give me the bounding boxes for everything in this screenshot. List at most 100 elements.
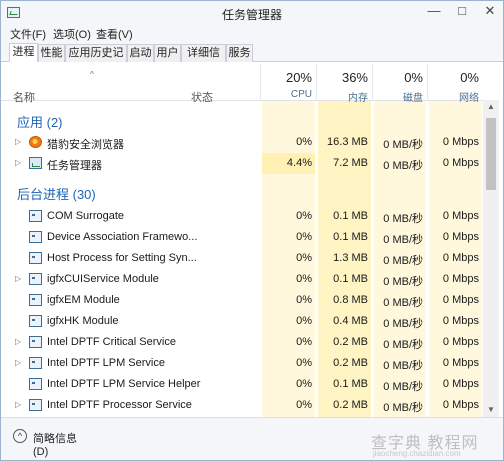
- network-value: 0 Mbps: [442, 231, 479, 243]
- process-icon: [29, 336, 42, 348]
- process-icon: [29, 315, 42, 327]
- column-header-status[interactable]: 状态: [191, 89, 213, 105]
- cpu-value: 0%: [296, 252, 312, 264]
- cpu-value: 0%: [296, 136, 312, 148]
- minimize-button[interactable]: —: [419, 1, 449, 23]
- network-value: 0 Mbps: [442, 252, 479, 264]
- process-row[interactable]: ▷ Intel DPTF Processor Service 0% 0.2 MB 0 M…: [1, 395, 483, 416]
- network-total[interactable]: 0%: [429, 70, 479, 85]
- process-icon: [29, 294, 42, 306]
- process-row[interactable]: ▷ 猎豹安全浏览器 0% 16.3 MB 0 MB/秒 0 Mbps: [1, 132, 483, 153]
- process-row[interactable]: Device Association Framewo... 0% 0.1 MB 0 M…: [1, 227, 483, 248]
- process-row[interactable]: igfxHK Module 0% 0.4 MB 0 MB/秒 0 Mbps: [1, 311, 483, 332]
- process-icon: [29, 357, 42, 369]
- process-row[interactable]: ▷ 任务管理器 4.4% 7.2 MB 0 MB/秒 0 Mbps: [1, 153, 483, 174]
- menu-bar: 文件(F) 选项(O) 查看(V): [1, 25, 503, 41]
- network-value: 0 Mbps: [442, 210, 479, 222]
- group-heading-background: 后台进程 (30): [17, 187, 96, 202]
- disk-value: 0 MB/秒: [383, 381, 423, 393]
- expand-icon[interactable]: ▷: [15, 274, 21, 283]
- column-header-cpu[interactable]: CPU: [262, 89, 312, 100]
- tab-services[interactable]: 服务: [226, 44, 253, 62]
- tab-startup[interactable]: 启动: [127, 44, 154, 62]
- process-row[interactable]: Intel DPTF LPM Service Helper 0% 0.1 MB 0 M…: [1, 374, 483, 395]
- process-list: ^ 名称 状态 20% CPU 36% 内存 0% 磁盘 0% 网络 应用 (2…: [1, 62, 503, 417]
- process-icon: [29, 273, 42, 285]
- disk-total[interactable]: 0%: [374, 70, 423, 85]
- scroll-up-icon[interactable]: ▲: [483, 100, 499, 114]
- memory-value: 0.1 MB: [333, 231, 368, 243]
- process-name: 任务管理器: [47, 160, 102, 172]
- vertical-scrollbar[interactable]: ▲ ▼: [483, 100, 499, 417]
- cpu-value: 4.4%: [286, 157, 312, 169]
- column-separator: [316, 64, 317, 101]
- memory-value: 16.3 MB: [327, 136, 368, 148]
- column-header-network[interactable]: 网络: [429, 89, 479, 104]
- disk-value: 0 MB/秒: [383, 318, 423, 330]
- process-name: Intel DPTF Processor Service: [47, 399, 192, 411]
- memory-value: 0.1 MB: [333, 210, 368, 222]
- process-row[interactable]: ▷ Intel DPTF Critical Service 0% 0.2 MB 0 MB…: [1, 332, 483, 353]
- process-name: COM Surrogate: [47, 210, 125, 222]
- memory-value: 0.4 MB: [333, 315, 368, 327]
- tab-processes[interactable]: 进程: [9, 43, 38, 62]
- tab-details[interactable]: 详细信息: [181, 44, 226, 75]
- network-value: 0 Mbps: [442, 315, 479, 327]
- cpu-value: 0%: [296, 273, 312, 285]
- sort-up-icon: ^: [90, 70, 94, 79]
- title-bar[interactable]: 任务管理器 — □ ✕: [1, 1, 503, 25]
- process-row[interactable]: igfxEM Module 0% 0.8 MB 0 MB/秒 0 Mbps: [1, 290, 483, 311]
- column-header-memory[interactable]: 内存: [318, 89, 368, 104]
- menu-file[interactable]: 文件(F): [10, 26, 46, 42]
- memory-value: 7.2 MB: [333, 157, 368, 169]
- scroll-thumb[interactable]: [486, 118, 496, 190]
- cpu-value: 0%: [296, 336, 312, 348]
- fewer-details-button[interactable]: ^ 简略信息(D): [9, 428, 91, 458]
- memory-value: 0.1 MB: [333, 273, 368, 285]
- tab-app-history[interactable]: 应用历史记录: [65, 44, 127, 75]
- disk-value: 0 MB/秒: [383, 276, 423, 288]
- network-value: 0 Mbps: [442, 357, 479, 369]
- group-heading-apps: 应用 (2): [17, 115, 63, 130]
- process-name: 猎豹安全浏览器: [47, 139, 124, 151]
- close-button[interactable]: ✕: [477, 1, 503, 23]
- process-icon: [29, 399, 42, 411]
- process-name: igfxHK Module: [47, 315, 119, 327]
- process-row[interactable]: ▷ igfxCUIService Module 0% 0.1 MB 0 MB/秒 0 Mb…: [1, 269, 483, 290]
- process-icon: [29, 231, 42, 243]
- expand-icon[interactable]: ▷: [15, 137, 21, 146]
- disk-value: 0 MB/秒: [383, 255, 423, 267]
- memory-value: 0.2 MB: [333, 399, 368, 411]
- maximize-button[interactable]: □: [447, 1, 477, 23]
- menu-view[interactable]: 查看(V): [96, 26, 133, 42]
- process-name: Intel DPTF LPM Service Helper: [47, 378, 201, 390]
- expand-icon[interactable]: ▷: [15, 337, 21, 346]
- process-icon: [29, 378, 42, 390]
- cpu-total[interactable]: 20%: [262, 70, 312, 85]
- process-row[interactable]: ▷ Intel DPTF LPM Service 0% 0.2 MB 0 MB/秒 0 M…: [1, 353, 483, 374]
- tab-performance[interactable]: 性能: [38, 44, 65, 62]
- expand-icon[interactable]: ▷: [15, 400, 21, 409]
- menu-options[interactable]: 选项(O): [53, 26, 91, 42]
- scroll-down-icon[interactable]: ▼: [483, 403, 499, 417]
- process-row[interactable]: Host Process for Setting Syn... 0% 1.3 MB 0…: [1, 248, 483, 269]
- network-value: 0 Mbps: [442, 378, 479, 390]
- column-header-name[interactable]: 名称: [13, 89, 35, 105]
- column-header-disk[interactable]: 磁盘: [374, 89, 423, 104]
- expand-icon[interactable]: ▷: [15, 358, 21, 367]
- process-row[interactable]: COM Surrogate 0% 0.1 MB 0 MB/秒 0 Mbps: [1, 206, 483, 227]
- browser-icon: [29, 136, 42, 148]
- disk-value: 0 MB/秒: [383, 297, 423, 309]
- expand-icon[interactable]: ▷: [15, 158, 21, 167]
- cpu-value: 0%: [296, 315, 312, 327]
- memory-value: 0.2 MB: [333, 336, 368, 348]
- memory-total[interactable]: 36%: [318, 70, 368, 85]
- tab-users[interactable]: 用户: [154, 44, 181, 62]
- network-value: 0 Mbps: [442, 399, 479, 411]
- cpu-value: 0%: [296, 357, 312, 369]
- column-separator: [372, 64, 373, 101]
- network-value: 0 Mbps: [442, 136, 479, 148]
- network-value: 0 Mbps: [442, 294, 479, 306]
- memory-value: 1.3 MB: [333, 252, 368, 264]
- disk-value: 0 MB/秒: [383, 139, 423, 151]
